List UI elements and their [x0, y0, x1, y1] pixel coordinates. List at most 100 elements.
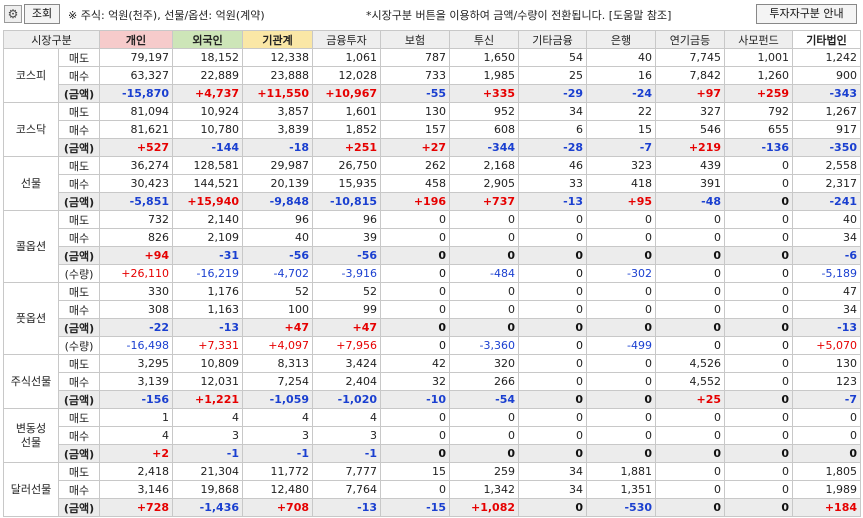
table-row[interactable]: (금액) +527 -144 -18 +251 +27 -344 -28 -7 +219 -136-…	[4, 138, 862, 157]
market-name-line: 변동성	[15, 421, 47, 435]
value-cell: 792	[724, 102, 794, 121]
table-row[interactable]: (수량) +26,110 -16,219 -4,702 -3,916 0 -484 0 -302…	[4, 264, 862, 283]
header-other-corp[interactable]: 기타법인	[792, 30, 862, 49]
value-cell: -15	[380, 498, 451, 517]
value-cell: +259	[724, 84, 794, 103]
row-label: 매수	[57, 480, 101, 499]
value-cell: +196	[380, 192, 451, 211]
value-cell: 0	[724, 390, 794, 409]
header-foreign[interactable]: 외국인	[172, 30, 244, 49]
table-row[interactable]: 주식선물 매도 3,295 10,809 8,313 3,424 42 320 0 0 4,526 0…	[3, 354, 862, 409]
value-cell: -1,059	[242, 390, 314, 409]
table-row[interactable]: (금액) +728 -1,436 +708 -13 -15 +1,082 0 -530 0 0 +18…	[4, 498, 862, 517]
table-row[interactable]: 매수 4 3 3 3 0 0 0 0 0 0 0	[4, 426, 862, 445]
table-row[interactable]: 풋옵션 매도 330 1,176 52 52 0 0 0 0 0 0 47	[3, 282, 862, 355]
table-row[interactable]: 변동성 선물 매도 1 4 4 4 0 0 0 0 0 0 0	[3, 408, 862, 463]
value-cell: 0	[724, 426, 794, 445]
table-row[interactable]: 매수 826 2,109 40 39 0 0 0 0 0 0 34	[4, 228, 862, 247]
table-row[interactable]: 달러선물 매도 2,418 21,304 11,772 7,777 15 259 34 1,881…	[3, 462, 862, 517]
table-row[interactable]: (수량) -16,498 +7,331 +4,097 +7,956 0 -3,360 0 -49…	[4, 336, 862, 355]
value-cell: 7,764	[312, 480, 382, 499]
header-institution[interactable]: 기관계	[242, 30, 314, 49]
row-label: 매수	[57, 300, 101, 319]
table-row[interactable]: 선물 매도 36,274 128,581 29,987 26,750 262 2,168 46 3…	[3, 156, 862, 211]
row-label: (금액)	[57, 84, 101, 103]
value-cell: 546	[655, 120, 726, 139]
value-cell: 3,857	[242, 102, 314, 121]
market-name: 코스피	[3, 48, 59, 103]
value-cell: 0	[518, 300, 588, 319]
value-cell: 1,805	[792, 462, 862, 481]
value-cell: 1,650	[449, 48, 520, 67]
gear-icon[interactable]: ⚙	[4, 5, 22, 23]
value-cell: 40	[586, 48, 657, 67]
value-cell: 34	[518, 462, 588, 481]
header-insurance[interactable]: 보험	[380, 30, 451, 49]
value-cell: 20,139	[242, 174, 314, 193]
table-row[interactable]: 매수 30,423 144,521 20,139 15,935 458 2,905 33 418…	[4, 174, 862, 193]
header-individual[interactable]: 개인	[99, 30, 174, 49]
value-cell: 0	[449, 228, 520, 247]
header-market[interactable]: 시장구분	[2, 30, 101, 49]
lookup-button[interactable]: 조회	[24, 4, 60, 24]
value-cell: -9,848	[242, 192, 314, 211]
value-cell: +5,070	[792, 336, 862, 355]
header-private-equity[interactable]: 사모펀드	[724, 30, 794, 49]
value-cell: 4	[242, 408, 314, 427]
table-row[interactable]: (금액) -5,851 +15,940 -9,848 -10,815 +196 +737 -1…	[4, 192, 862, 211]
table-row[interactable]: 콜옵션 매도 732 2,140 96 96 0 0 0 0 0 0 40	[3, 210, 862, 283]
value-cell: 262	[380, 156, 451, 175]
value-cell: 0	[380, 246, 451, 265]
value-cell: -156	[99, 390, 174, 409]
table-row[interactable]: 매수 3,139 12,031 7,254 2,404 32 266 0 0 4,552 0 123	[4, 372, 862, 391]
row-label: 매도	[57, 282, 101, 301]
value-cell: 15	[380, 462, 451, 481]
value-cell: 0	[724, 444, 794, 463]
table-row[interactable]: (금액) -15,870 +4,737 +11,550 +10,967 -55 +335 -2…	[4, 84, 862, 103]
value-cell: 0	[518, 264, 588, 283]
table-row[interactable]: 코스닥 매도 81,094 10,924 3,857 1,601 130 952 34 22 327…	[3, 102, 862, 157]
value-cell: -13	[518, 192, 588, 211]
value-cell: 15	[586, 120, 657, 139]
value-cell: 0	[724, 228, 794, 247]
header-investment-trust[interactable]: 투신	[449, 30, 520, 49]
value-cell: 327	[655, 102, 726, 121]
row-label: (금액)	[57, 498, 101, 517]
value-cell: 26,750	[312, 156, 382, 175]
value-cell: 0	[655, 408, 726, 427]
value-cell: 2,418	[99, 462, 174, 481]
value-cell: 608	[449, 120, 520, 139]
table-row[interactable]: (금액) -22 -13 +47 +47 0 0 0 0 0 0 -13	[4, 318, 862, 337]
table-row[interactable]: (금액) +2 -1 -1 -1 0 0 0 0 0 0 0	[4, 444, 862, 463]
header-financial-investment[interactable]: 금융투자	[312, 30, 382, 49]
value-cell: -241	[792, 192, 862, 211]
table-row[interactable]: 매수 3,146 19,868 12,480 7,764 0 1,342 34 1,351 0 0 1…	[4, 480, 862, 499]
value-cell: 81,094	[99, 102, 174, 121]
value-cell: +728	[99, 498, 174, 517]
table-row[interactable]: 매수 308 1,163 100 99 0 0 0 0 0 0 34	[4, 300, 862, 319]
header-other-finance[interactable]: 기타금융	[518, 30, 588, 49]
value-cell: 4,552	[655, 372, 726, 391]
value-cell: 144,521	[172, 174, 244, 193]
header-bank[interactable]: 은행	[586, 30, 657, 49]
header-pension[interactable]: 연기금등	[655, 30, 726, 49]
value-cell: 787	[380, 48, 451, 67]
value-cell: 33	[518, 174, 588, 193]
value-cell: +1,221	[172, 390, 244, 409]
table-row[interactable]: 코스피 매도 79,197 18,152 12,338 1,061 787 1,650 54 40…	[3, 48, 862, 103]
value-cell: 63,327	[99, 66, 174, 85]
value-cell: +11,550	[242, 84, 314, 103]
table-row[interactable]: 매수 81,621 10,780 3,839 1,852 157 608 6 15 546 655 9…	[4, 120, 862, 139]
table-row[interactable]: (금액) -156 +1,221 -1,059 -1,020 -10 -54 0 0 +25 0 -7	[4, 390, 862, 409]
value-cell: 0	[380, 408, 451, 427]
value-cell: 15,935	[312, 174, 382, 193]
value-cell: 2,140	[172, 210, 244, 229]
value-cell: 1	[99, 408, 174, 427]
investor-type-guide-button[interactable]: 투자자구분 안내	[756, 4, 857, 24]
table-row[interactable]: (금액) +94 -31 -56 -56 0 0 0 0 0 0 -6	[4, 246, 862, 265]
value-cell: +94	[99, 246, 174, 265]
table-row[interactable]: 매수 63,327 22,889 23,888 12,028 733 1,985 25 16 7,…	[4, 66, 862, 85]
value-cell: 2,317	[792, 174, 862, 193]
value-cell: 0	[586, 354, 657, 373]
row-label: 매수	[57, 426, 101, 445]
